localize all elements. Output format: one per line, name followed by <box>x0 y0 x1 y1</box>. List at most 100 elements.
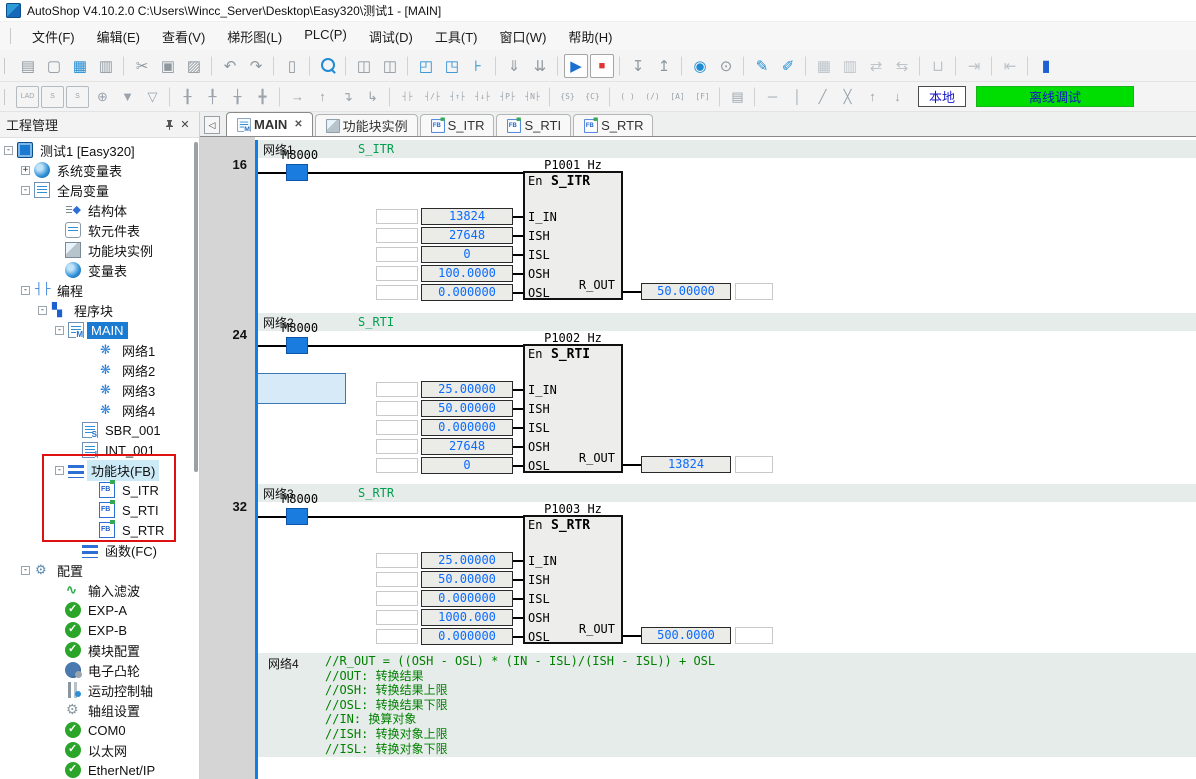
plc-test-button[interactable]: ⊔ <box>926 54 950 78</box>
expander-icon[interactable]: - <box>21 286 30 295</box>
input-value[interactable]: 27648 <box>421 227 513 244</box>
insert-contact-button[interactable]: ╂ <box>176 86 199 108</box>
tree-item[interactable]: - 全局变量 <box>0 180 193 200</box>
menu-item[interactable]: 梯形图(L) <box>216 23 293 50</box>
instruction-a-button[interactable]: [A] <box>666 86 689 108</box>
operand-cell[interactable] <box>376 553 418 568</box>
tree-item[interactable]: EXP-A <box>0 600 193 620</box>
input-value[interactable]: 0 <box>421 457 513 474</box>
monitor-button[interactable]: ◉ <box>688 54 712 78</box>
compile-all-button[interactable]: ⇊ <box>528 54 552 78</box>
input-value[interactable]: 50.00000 <box>421 571 513 588</box>
tree-item[interactable]: 轴组设置 <box>0 700 193 720</box>
editor-tab[interactable]: MAIN ✕ <box>226 112 313 136</box>
input-value[interactable]: 50.00000 <box>421 400 513 417</box>
line-up-button[interactable]: ↑ <box>311 86 334 108</box>
insert-parallel-button[interactable]: ╀ <box>201 86 224 108</box>
tree-scrollbar[interactable] <box>194 142 198 472</box>
operand-cell[interactable] <box>376 401 418 416</box>
contact-open-button[interactable]: ┤├ <box>396 86 419 108</box>
print-preview-button[interactable]: ◫ <box>352 54 376 78</box>
open-project-button[interactable]: ▢ <box>42 54 66 78</box>
coil-count-button[interactable]: {C} <box>581 86 604 108</box>
download-compare-button[interactable]: ⇆ <box>890 54 914 78</box>
expander-icon[interactable]: - <box>38 306 47 315</box>
tree-item[interactable]: 网络4 <box>0 400 193 420</box>
input-value[interactable]: 0.000000 <box>421 628 513 645</box>
force-value-button[interactable]: ✐ <box>776 54 800 78</box>
line-corner-down-button[interactable]: ↴ <box>336 86 359 108</box>
move-down-button[interactable]: ↓ <box>886 86 909 108</box>
upload-button[interactable]: ↥ <box>652 54 676 78</box>
input-value[interactable]: 25.00000 <box>421 552 513 569</box>
tree-item[interactable]: + 系统变量表 <box>0 160 193 180</box>
local-mode-button[interactable]: 本地 <box>918 86 966 107</box>
tree-item[interactable]: 以太网 <box>0 740 193 760</box>
tree-item[interactable]: EtherNet/IP <box>0 760 193 779</box>
window-export-button[interactable]: ◳ <box>440 54 464 78</box>
network-header[interactable]: 网络3 S_RTR <box>258 484 1196 502</box>
draw-vline-button[interactable]: │ <box>786 86 809 108</box>
operand-cell[interactable] <box>376 285 418 300</box>
input-value[interactable]: 0.000000 <box>421 284 513 301</box>
new-file-button[interactable]: ▤ <box>16 54 40 78</box>
editor-tab[interactable]: S_RTR <box>573 114 653 136</box>
tree-item[interactable]: 电子凸轮 <box>0 660 193 680</box>
tab-scroll-left-button[interactable]: ◁ <box>204 116 220 134</box>
window-cascade-button[interactable]: ◰ <box>414 54 438 78</box>
coil-out-button[interactable]: ( ) <box>616 86 639 108</box>
sfc-mode-button[interactable]: S <box>41 86 64 108</box>
tree-item[interactable]: - 测试1 [Easy320] <box>0 140 193 160</box>
cut-button[interactable]: ✂ <box>130 54 154 78</box>
menu-item[interactable]: 文件(F) <box>21 23 86 50</box>
draw-hline-button[interactable]: ─ <box>761 86 784 108</box>
tree-item[interactable]: SBR_001 <box>0 420 193 440</box>
contact-pos-button[interactable]: ┤P├ <box>496 86 519 108</box>
menu-item[interactable]: 窗口(W) <box>488 23 557 50</box>
contact-closed-button[interactable]: ┤/├ <box>421 86 444 108</box>
tree-item[interactable]: 功能块实例 <box>0 240 193 260</box>
step-into-button[interactable]: ⇥ <box>962 54 986 78</box>
contact-m8000[interactable] <box>286 164 308 181</box>
tree-item[interactable]: 输入滤波 <box>0 580 193 600</box>
output-operand-cell[interactable] <box>735 627 773 644</box>
menu-item[interactable]: 查看(V) <box>151 23 216 50</box>
il-mode-button[interactable]: S <box>66 86 89 108</box>
operand-cell[interactable] <box>376 228 418 243</box>
tree-item[interactable]: 软元件表 <box>0 220 193 240</box>
operand-cell[interactable] <box>376 591 418 606</box>
insert-rung-button[interactable]: ⊕ <box>91 86 114 108</box>
tree-item[interactable]: - 配置 <box>0 560 193 580</box>
oscilloscope-button[interactable]: ⊙ <box>714 54 738 78</box>
undo-button[interactable]: ↶ <box>218 54 242 78</box>
redo-button[interactable]: ↷ <box>244 54 268 78</box>
delete-vline-button[interactable]: ╳ <box>836 86 859 108</box>
tree-item[interactable]: - 功能块(FB) <box>0 460 193 480</box>
stop-button[interactable]: ■ <box>590 54 614 78</box>
operand-cell[interactable] <box>376 209 418 224</box>
expander-icon[interactable]: - <box>21 566 30 575</box>
input-value[interactable]: 27648 <box>421 438 513 455</box>
search-button[interactable] <box>316 54 340 78</box>
expander-icon[interactable]: - <box>55 326 64 335</box>
expander-icon[interactable]: - <box>4 146 13 155</box>
operand-cell[interactable] <box>376 266 418 281</box>
input-value[interactable]: 0 <box>421 246 513 263</box>
tree-item[interactable]: 网络1 <box>0 340 193 360</box>
menu-item[interactable]: 工具(T) <box>424 23 489 50</box>
tree-item[interactable]: INT_001 <box>0 440 193 460</box>
tree-item[interactable]: 结构体 <box>0 200 193 220</box>
output-value[interactable]: 500.0000 <box>641 627 731 644</box>
operand-cell[interactable] <box>376 420 418 435</box>
network-header[interactable]: 网络1 S_ITR <box>258 140 1196 158</box>
input-value[interactable]: 100.0000 <box>421 265 513 282</box>
copy-button[interactable]: ▣ <box>156 54 180 78</box>
tree-item[interactable]: 运动控制轴 <box>0 680 193 700</box>
move-up-button[interactable]: ↑ <box>861 86 884 108</box>
paste-button[interactable]: ▨ <box>182 54 206 78</box>
lad-mode-button[interactable]: LAD <box>16 86 39 108</box>
insert-row-button[interactable]: ▼ <box>116 86 139 108</box>
network-header[interactable]: 网络2 S_RTI <box>258 313 1196 331</box>
variable-monitor-button[interactable]: ▦ <box>812 54 836 78</box>
menu-item[interactable]: 调试(D) <box>358 23 424 50</box>
